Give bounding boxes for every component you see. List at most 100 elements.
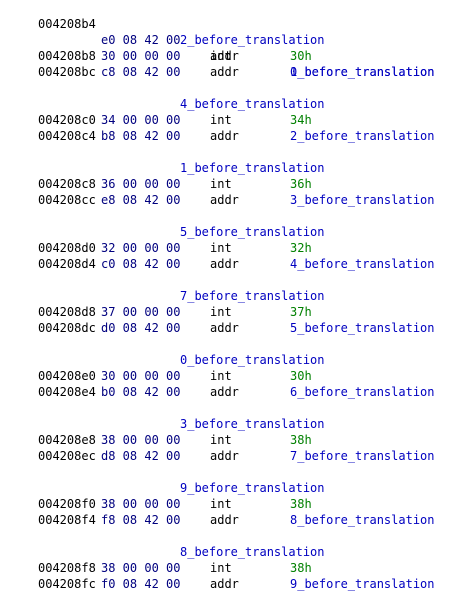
row-mnemonic: addr <box>210 513 239 527</box>
row-mnemonic: addr <box>210 385 239 399</box>
row-mnemonic: addr <box>210 577 239 591</box>
row-bytes: f0 08 42 00 <box>101 577 181 591</box>
int-data-row[interactable]: 004208f0 38 00 00 00 int 38h <box>0 496 474 512</box>
symbol-label[interactable]: 7_before_translation <box>180 288 325 304</box>
addr-data-row[interactable]: 004208c4 b8 08 42 00 addr 2_before_translat… <box>0 128 474 144</box>
row-mnemonic: int <box>210 433 232 447</box>
row-operand-reference[interactable]: 4_before_translation <box>290 256 435 272</box>
row-bytes: 34 00 00 00 <box>101 113 181 127</box>
row-operand-reference[interactable]: 5_before_translation <box>290 320 435 336</box>
row-operand-value: 34h <box>290 113 312 127</box>
label-row[interactable]: 2_before_translation <box>0 32 474 48</box>
row-operand-value: 30h <box>290 49 312 63</box>
row-operand-reference[interactable]: 6_before_translation <box>290 384 435 400</box>
disassembly-listing[interactable]: 004208b4 e0 08 42 00 addr 0_before_trans… <box>0 0 474 592</box>
row-mnemonic: int <box>210 241 232 255</box>
row-mnemonic: addr <box>210 193 239 207</box>
row-operand-reference[interactable]: 9_before_translation <box>290 576 435 592</box>
row-bytes: 30 00 00 00 <box>101 369 181 383</box>
addr-data-row[interactable]: 004208f4 f8 08 42 00 addr 8_before_translat… <box>0 512 474 528</box>
symbol-label[interactable]: 0_before_translation <box>180 352 325 368</box>
label-row[interactable]: 0_before_translation <box>0 352 474 368</box>
row-bytes: e8 08 42 00 <box>101 193 181 207</box>
row-mnemonic: addr <box>210 129 239 143</box>
label-row[interactable]: 1_before_translation <box>0 160 474 176</box>
row-operand-reference[interactable]: 8_before_translation <box>290 512 435 528</box>
symbol-label[interactable]: 1_before_translation <box>180 160 325 176</box>
row-bytes: d8 08 42 00 <box>101 449 181 463</box>
addr-data-row[interactable]: 004208d4 c0 08 42 00 addr 4_before_translat… <box>0 256 474 272</box>
row-mnemonic: int <box>210 369 232 383</box>
row-operand-value: 32h <box>290 241 312 255</box>
row-mnemonic: addr <box>210 65 239 79</box>
int-data-row[interactable]: 004208e8 38 00 00 00 int 38h <box>0 432 474 448</box>
symbol-label[interactable]: 8_before_translation <box>180 544 325 560</box>
row-operand-reference[interactable]: 2_before_translation <box>290 128 435 144</box>
addr-data-row[interactable]: 004208cc e8 08 42 00 addr 3_before_translat… <box>0 192 474 208</box>
row-mnemonic: int <box>210 497 232 511</box>
row-address: 004208f8 <box>38 561 96 575</box>
row-mnemonic: addr <box>210 321 239 335</box>
symbol-label[interactable]: 4_before_translation <box>180 96 325 112</box>
label-row[interactable]: 5_before_translation <box>0 224 474 240</box>
row-address: 004208cc <box>38 193 96 207</box>
int-data-row[interactable]: 004208d8 37 00 00 00 int 37h <box>0 304 474 320</box>
row-operand-value: 30h <box>290 369 312 383</box>
row-address: 004208fc <box>38 577 96 591</box>
row-address: 004208e4 <box>38 385 96 399</box>
row-address: 004208bc <box>38 65 96 79</box>
row-bytes: d0 08 42 00 <box>101 321 181 335</box>
row-bytes: 30 00 00 00 <box>101 49 181 63</box>
row-mnemonic: int <box>210 305 232 319</box>
row-mnemonic: int <box>210 561 232 575</box>
row-address: 004208f4 <box>38 513 96 527</box>
label-blocks: 2_before_translation 004208b8 30 00 00 00 i… <box>0 16 474 592</box>
int-data-row[interactable]: 004208d0 32 00 00 00 int 32h <box>0 240 474 256</box>
row-bytes: 38 00 00 00 <box>101 561 181 575</box>
symbol-label[interactable]: 3_before_translation <box>180 416 325 432</box>
int-data-row[interactable]: 004208c0 34 00 00 00 int 34h <box>0 112 474 128</box>
row-operand-value: 38h <box>290 497 312 511</box>
listing-row[interactable]: 004208b4 e0 08 42 00 addr 0_before_trans… <box>0 0 474 79</box>
row-bytes: b0 08 42 00 <box>101 385 181 399</box>
addr-data-row[interactable]: 004208fc f0 08 42 00 addr 9_before_translat… <box>0 576 474 592</box>
addr-data-row[interactable]: 004208e4 b0 08 42 00 addr 6_before_translat… <box>0 384 474 400</box>
int-data-row[interactable]: 004208b8 30 00 00 00 int 30h <box>0 48 474 64</box>
row-mnemonic: addr <box>210 257 239 271</box>
addr-data-row[interactable]: 004208ec d8 08 42 00 addr 7_before_translat… <box>0 448 474 464</box>
row-bytes: 36 00 00 00 <box>101 177 181 191</box>
int-data-row[interactable]: 004208c8 36 00 00 00 int 36h <box>0 176 474 192</box>
symbol-label[interactable]: 9_before_translation <box>180 480 325 496</box>
int-data-row[interactable]: 004208f8 38 00 00 00 int 38h <box>0 560 474 576</box>
row-bytes: 37 00 00 00 <box>101 305 181 319</box>
label-row[interactable]: 9_before_translation <box>0 480 474 496</box>
row-operand-reference[interactable]: 1_before_translation <box>290 64 435 80</box>
row-bytes: b8 08 42 00 <box>101 129 181 143</box>
row-operand-value: 38h <box>290 561 312 575</box>
row-operand-reference[interactable]: 7_before_translation <box>290 448 435 464</box>
addr-data-row[interactable]: 004208dc d0 08 42 00 addr 5_before_translat… <box>0 320 474 336</box>
row-operand-value: 38h <box>290 433 312 447</box>
row-address: 004208b8 <box>38 49 96 63</box>
label-row[interactable]: 7_before_translation <box>0 288 474 304</box>
row-address: 004208c4 <box>38 129 96 143</box>
addr-data-row[interactable]: 004208bc c8 08 42 00 addr 1_before_translat… <box>0 64 474 80</box>
label-row[interactable]: 4_before_translation <box>0 96 474 112</box>
row-address: 004208d0 <box>38 241 96 255</box>
symbol-label[interactable]: 2_before_translation <box>180 32 325 48</box>
label-row[interactable]: 8_before_translation <box>0 544 474 560</box>
label-row[interactable]: 3_before_translation <box>0 416 474 432</box>
row-address: 004208d4 <box>38 257 96 271</box>
int-data-row[interactable]: 004208e0 30 00 00 00 int 30h <box>0 368 474 384</box>
row-address: 004208f0 <box>38 497 96 511</box>
row-mnemonic: addr <box>210 449 239 463</box>
row-bytes: c0 08 42 00 <box>101 257 181 271</box>
row-mnemonic: int <box>210 177 232 191</box>
symbol-label[interactable]: 5_before_translation <box>180 224 325 240</box>
row-operand-reference[interactable]: 3_before_translation <box>290 192 435 208</box>
